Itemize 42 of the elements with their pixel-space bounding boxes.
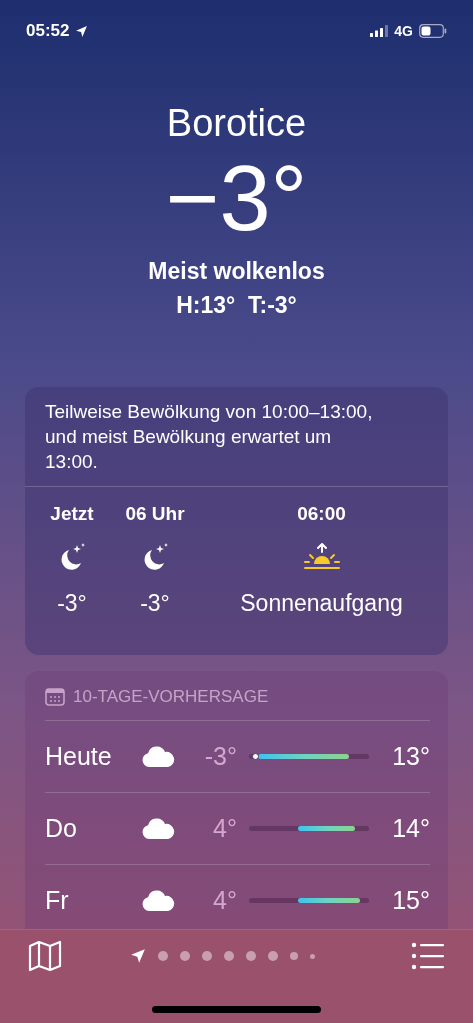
page-dot[interactable]: [268, 951, 278, 961]
hour-label: Jetzt: [50, 503, 94, 525]
sunrise-icon: [301, 543, 342, 571]
low-temperature: 4°: [212, 814, 237, 843]
cloud-icon: [141, 817, 175, 840]
hour-label: 06:00: [297, 503, 346, 525]
page-dot[interactable]: [290, 952, 298, 960]
low-temperature: 4°: [212, 886, 237, 915]
list-icon[interactable]: [411, 942, 445, 970]
high-temperature: 14°: [391, 814, 430, 843]
city-name: Borotice: [166, 101, 307, 145]
page-dot[interactable]: [310, 953, 315, 959]
day-label: Do: [45, 814, 78, 843]
day-label: Heute: [45, 742, 113, 771]
page-dot[interactable]: [158, 951, 168, 961]
page-dot[interactable]: [180, 951, 190, 961]
cloud-icon: [141, 889, 175, 912]
high-temperature: 15°: [391, 886, 430, 915]
cloud-icon: [141, 745, 175, 768]
forecast-title: 10-TAGE-VORHERSAGE: [73, 687, 269, 707]
battery-icon: [419, 24, 447, 38]
hour-temperature: -3°: [57, 589, 87, 617]
current-temperature: −3°: [165, 149, 308, 247]
high-temperature: 13°: [391, 742, 430, 771]
condition-text: Meist wolkenlos: [148, 257, 325, 285]
calendar-icon: [45, 688, 65, 706]
high-low-text: H:13° T:-3°: [176, 291, 297, 319]
day-label: Fr: [45, 886, 70, 915]
map-icon[interactable]: [28, 940, 62, 972]
location-arrow-icon[interactable]: [130, 948, 146, 964]
status-time: 05:52: [26, 21, 70, 41]
page-dot[interactable]: [224, 951, 234, 961]
hour-temperature: -3°: [140, 589, 170, 617]
page-dot[interactable]: [202, 951, 212, 961]
low-temperature: -3°: [203, 742, 237, 771]
signal-icon: [370, 25, 389, 37]
hour-label: 06 Uhr: [125, 503, 185, 525]
page-dot[interactable]: [246, 951, 256, 961]
network-label: 4G: [394, 23, 413, 39]
location-arrow-icon: [75, 24, 89, 38]
hour-temperature: Sonnenaufgang: [240, 589, 403, 617]
forecast-summary: Teilweise Bewölkung von 10:00–13:00, und meist Bewölkung erwartet um 13:00.: [25, 387, 448, 487]
